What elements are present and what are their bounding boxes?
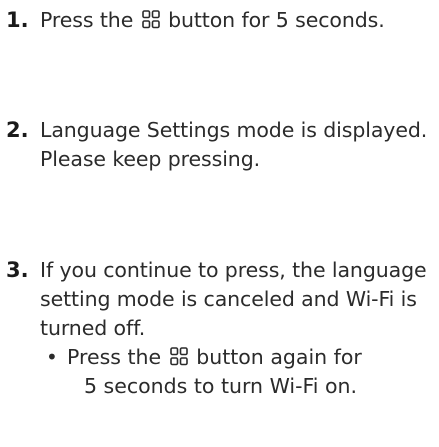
text-after-icon: button for 5 seconds. bbox=[168, 8, 385, 32]
step-text: Language Settings mode is displayed. Ple… bbox=[40, 116, 432, 174]
text-before-icon: Press the bbox=[67, 345, 162, 369]
step-line: If you continue to press, the language bbox=[40, 258, 427, 282]
step-number: 3. bbox=[6, 258, 29, 282]
text-after-icon: button again for bbox=[196, 345, 362, 369]
step-number: 1. bbox=[6, 8, 29, 32]
step-line: Press the button for 5 seconds. bbox=[40, 6, 432, 35]
step-line: turned off. bbox=[40, 316, 146, 340]
step-line: setting mode is canceled and Wi-Fi is bbox=[40, 287, 417, 311]
bullet-line: 5 seconds to turn Wi-Fi on. bbox=[84, 374, 358, 398]
step-line: Please keep pressing. bbox=[40, 147, 261, 171]
step-text: Press the button for 5 seconds. bbox=[40, 6, 432, 35]
bullet-line: Press the button again for bbox=[67, 343, 362, 372]
bullet-symbol: • bbox=[46, 345, 58, 369]
four-squares-button-icon bbox=[169, 347, 188, 366]
four-squares-button-icon bbox=[141, 10, 160, 29]
step-number: 2. bbox=[6, 118, 29, 142]
step-text: If you continue to press, the language s… bbox=[40, 256, 432, 343]
step-line: Language Settings mode is displayed. bbox=[40, 118, 428, 142]
text-before-icon: Press the bbox=[40, 8, 134, 32]
